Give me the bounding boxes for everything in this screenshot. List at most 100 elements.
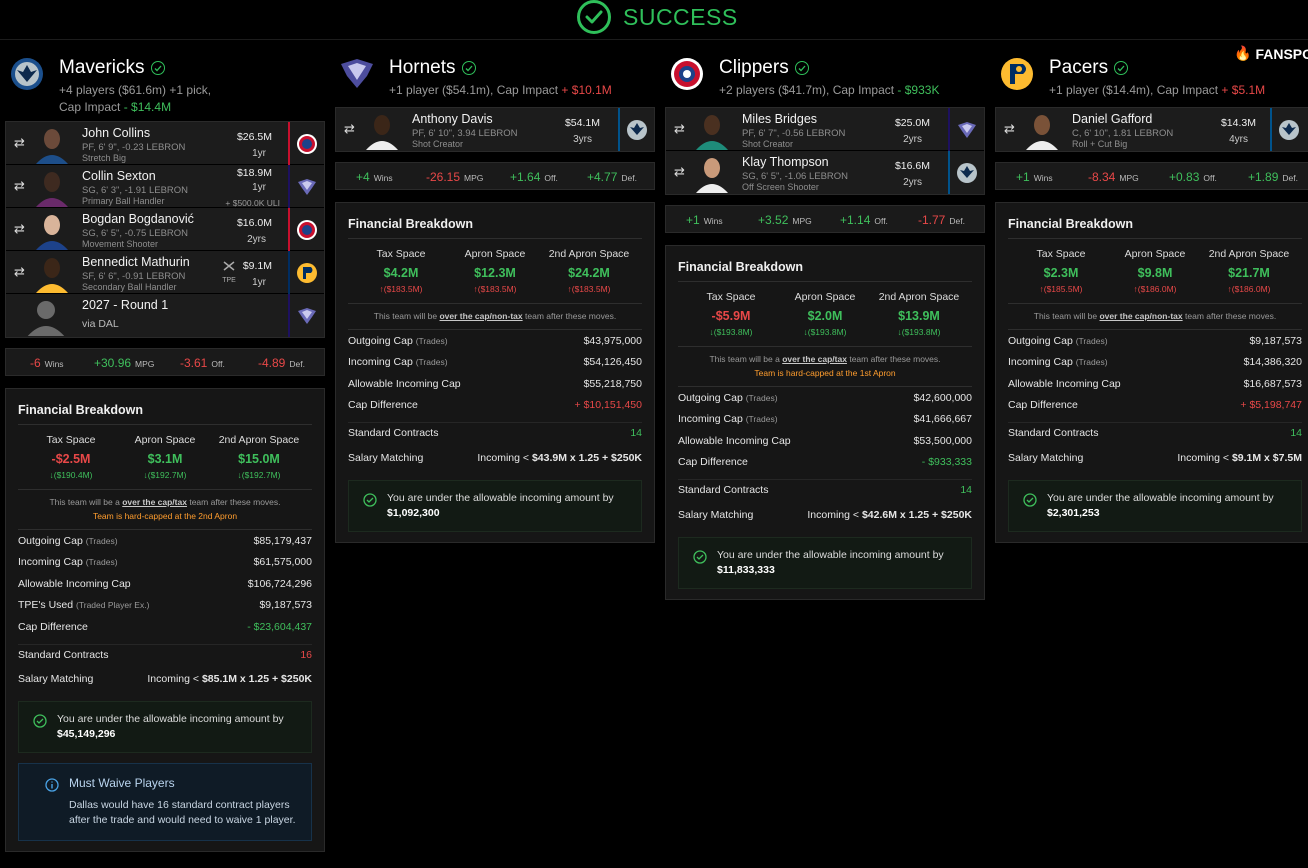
financial-breakdown: Financial Breakdown Tax Space -$5.9M ↓($19…	[665, 245, 985, 600]
swap-icon[interactable]: ⇄	[1004, 121, 1015, 137]
player-headshot	[30, 210, 74, 250]
team-summary: +4 players ($61.6m) +1 pick, Cap Impact …	[59, 83, 212, 114]
player-headshot	[30, 167, 74, 207]
standard-contracts: Standard Contracts 14	[348, 422, 642, 444]
salary-matching: Salary Matching Incoming < $85.1M x 1.25 …	[18, 673, 312, 685]
tpes-used: TPE's Used (Traded Player Ex.) $9,187,573	[18, 599, 312, 612]
player-headshot	[30, 253, 74, 293]
hornets-logo	[288, 165, 324, 208]
swap-icon[interactable]: ⇄	[14, 221, 25, 237]
team-name: Mavericks	[59, 57, 165, 79]
clippers-logo	[669, 56, 705, 92]
player-row[interactable]: ⇄ John Collins PF, 6' 9", -0.23 LEBRON S…	[6, 122, 324, 165]
second-apron-space: 2nd Apron Space $13.9M ↓($193.8M)	[878, 291, 960, 337]
apron-space: Apron Space $2.0M ↓($193.8M)	[794, 291, 856, 337]
allowable-amount-notice: You are under the allowable incoming amo…	[1008, 479, 1302, 532]
player-headshot	[690, 153, 734, 193]
tax-space: Tax Space -$5.9M ↓($193.8M)	[706, 291, 756, 337]
must-waive-notice: Must Waive Players Dallas would have 16 …	[18, 763, 312, 841]
player-row[interactable]: ⇄ Anthony Davis PF, 6' 10", 3.94 LEBRON …	[336, 108, 654, 151]
team-header: Mavericks +4 players ($61.6m) +1 pick, C…	[5, 56, 325, 114]
allowable-incoming-cap: Allowable Incoming Cap $53,500,000	[678, 434, 972, 447]
player-headshot	[30, 124, 74, 164]
result-banner: SUCCESS	[0, 0, 1308, 40]
financial-breakdown: Financial Breakdown Tax Space $4.2M ↑($183…	[335, 202, 655, 543]
team-column-hornets: Hornets +1 player ($54.1m), Cap Impact +…	[335, 56, 655, 543]
mavericks-logo	[618, 108, 654, 151]
team-column-mavericks: Mavericks +4 players ($61.6m) +1 pick, C…	[5, 56, 325, 852]
clippers-logo	[288, 122, 324, 165]
swap-icon[interactable]: ⇄	[14, 135, 25, 151]
salary-matching: Salary Matching Incoming < $43.9M x 1.25 …	[348, 451, 642, 464]
swap-icon[interactable]: ⇄	[14, 264, 25, 280]
draft-pick-row[interactable]: 2027 - Round 1 via DAL	[6, 294, 324, 337]
cap-status-note: This team will be over the cap/non-tax t…	[348, 303, 642, 323]
swap-icon[interactable]: ⇄	[674, 164, 685, 180]
player-row[interactable]: ⇄ Bogdan Bogdanović SG, 6' 5", -0.75 LEB…	[6, 208, 324, 251]
player-list: ⇄ John Collins PF, 6' 9", -0.23 LEBRON S…	[5, 121, 325, 338]
success-text: SUCCESS	[623, 3, 738, 30]
player-headshot	[690, 110, 734, 150]
pacers-logo	[288, 251, 324, 294]
cap-status-link[interactable]: over the cap/non-tax	[439, 311, 522, 321]
pacers-logo	[999, 56, 1035, 92]
cap-status-link[interactable]: over the cap/tax	[122, 497, 187, 507]
player-list: ⇄ Anthony Davis PF, 6' 10", 3.94 LEBRON …	[335, 107, 655, 152]
cap-status-link[interactable]: over the cap/non-tax	[1099, 311, 1182, 321]
team-column-clippers: Clippers +2 players ($41.7m), Cap Impact…	[665, 56, 985, 600]
success-check-icon	[577, 0, 611, 34]
cap-status-link[interactable]: over the cap/tax	[782, 354, 847, 364]
cap-status-note: This team will be a over the cap/tax tea…	[18, 489, 312, 523]
standard-contracts: Standard Contracts 16	[18, 643, 312, 666]
team-name: Clippers	[719, 57, 809, 79]
team-impact-stats: +1 Wins -8.34 MPG +0.83 Off. +1.89 Def.	[995, 162, 1308, 190]
incoming-cap: Incoming Cap (Trades) $14,386,320	[1008, 356, 1302, 369]
incoming-cap: Incoming Cap (Trades) $41,666,667	[678, 413, 972, 426]
tax-space: Tax Space $4.2M ↑($183.5M)	[376, 248, 426, 294]
allowable-incoming-cap: Allowable Incoming Cap $16,687,573	[1008, 377, 1302, 390]
hornets-logo	[948, 108, 984, 151]
cap-status-note: This team will be over the cap/non-tax t…	[1008, 303, 1302, 323]
tax-space: Tax Space $2.3M ↑($185.5M)	[1036, 248, 1086, 294]
apron-space: Apron Space $12.3M ↑($183.5M)	[464, 248, 526, 294]
salary-matching: Salary Matching Incoming < $9.1M x $7.5M	[1008, 451, 1302, 464]
team-impact-stats: -6 Wins +30.96 MPG -3.61 Off. -4.89 Def.	[5, 348, 325, 376]
check-icon	[794, 61, 809, 75]
allowable-amount-notice: You are under the allowable incoming amo…	[678, 536, 972, 589]
mavericks-logo	[948, 151, 984, 194]
info-icon	[45, 778, 59, 797]
outgoing-cap: Outgoing Cap (Trades) $42,600,000	[678, 391, 972, 404]
swap-icon[interactable]: ⇄	[344, 121, 355, 137]
mavericks-logo	[9, 56, 45, 92]
player-row[interactable]: ⇄ Collin Sexton SG, 6' 3", -1.91 LEBRON …	[6, 165, 324, 208]
team-impact-stats: +4 Wins -26.15 MPG +1.64 Off. +4.77 Def.	[335, 162, 655, 190]
check-circle-icon	[33, 714, 47, 733]
check-icon	[1114, 61, 1129, 75]
placeholder-avatar-icon	[14, 296, 78, 336]
standard-contracts: Standard Contracts 14	[678, 479, 972, 501]
team-impact-stats: +1 Wins +3.52 MPG +1.14 Off. -1.77 Def.	[665, 205, 985, 233]
hornets-logo	[339, 56, 375, 92]
player-list: ⇄ Daniel Gafford C, 6' 10", 1.81 LEBRON …	[995, 107, 1308, 152]
team-name: Hornets	[389, 57, 476, 79]
swap-icon[interactable]: ⇄	[14, 178, 25, 194]
apron-space: Apron Space $9.8M ↑($186.0M)	[1124, 248, 1186, 294]
tax-space: Tax Space -$2.5M ↓($190.4M)	[46, 434, 96, 480]
financial-breakdown: Financial Breakdown Tax Space -$2.5M ↓($19…	[5, 388, 325, 852]
allowable-incoming-cap: Allowable Incoming Cap $55,218,750	[348, 377, 642, 390]
check-icon	[150, 61, 165, 75]
mavericks-logo	[1270, 108, 1306, 151]
player-list: ⇄ Miles Bridges PF, 6' 7", -0.56 LEBRON …	[665, 107, 985, 195]
player-headshot	[1020, 110, 1064, 150]
salary-matching: Salary Matching Incoming < $42.6M x 1.25 …	[678, 508, 972, 521]
swap-icon[interactable]: ⇄	[674, 121, 685, 137]
player-row[interactable]: ⇄ Bennedict Mathurin SF, 6' 6", -0.91 LE…	[6, 251, 324, 294]
team-name: Pacers	[1049, 57, 1129, 79]
cap-difference: Cap Difference - $933,333	[678, 456, 972, 469]
player-row[interactable]: ⇄ Daniel Gafford C, 6' 10", 1.81 LEBRON …	[996, 108, 1308, 151]
player-row[interactable]: ⇄ Miles Bridges PF, 6' 7", -0.56 LEBRON …	[666, 108, 984, 151]
standard-contracts: Standard Contracts 14	[1008, 422, 1302, 444]
player-row[interactable]: ⇄ Klay Thompson SG, 6' 5", -1.06 LEBRON …	[666, 151, 984, 194]
financial-breakdown: Financial Breakdown Tax Space $2.3M ↑($185…	[995, 202, 1308, 543]
team-summary: +1 player ($14.4m), Cap Impact + $5.1M	[1049, 83, 1266, 97]
